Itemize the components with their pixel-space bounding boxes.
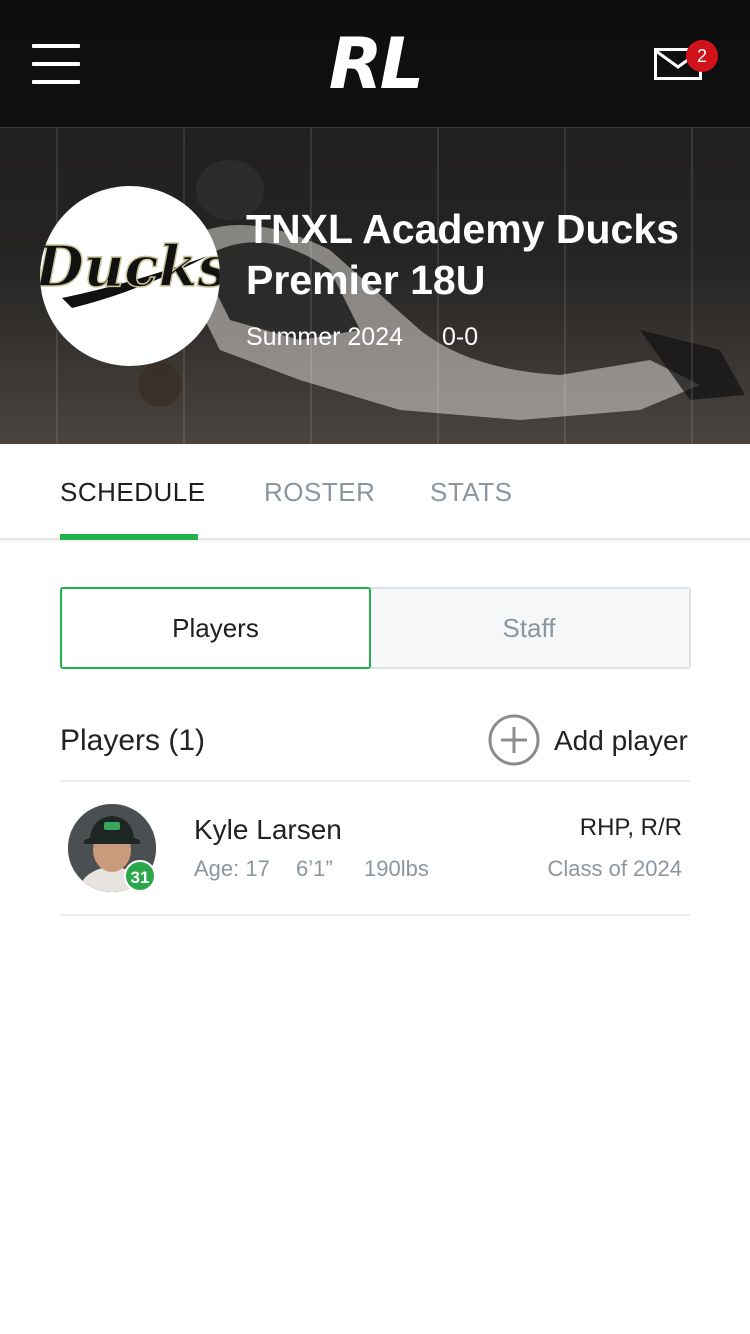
- svg-text:Ducks: Ducks: [40, 234, 220, 300]
- team-hero: RL 2 Ducks TNXL Academy Ducks Premier 18…: [0, 0, 750, 444]
- player-name: Kyle Larsen: [194, 814, 342, 845]
- segment-players-button[interactable]: Players: [60, 587, 371, 669]
- player-age: Age: 17: [194, 856, 270, 881]
- segment-staff-button[interactable]: Staff: [369, 587, 691, 669]
- team-season: Summer 2024: [246, 323, 404, 351]
- active-tab-indicator: [60, 534, 198, 540]
- players-count-heading: Players (1): [60, 724, 206, 757]
- tab-bar: SCHEDULE ROSTER STATS: [0, 444, 750, 540]
- add-player-label: Add player: [554, 725, 688, 756]
- tab-schedule[interactable]: SCHEDULE: [60, 474, 206, 510]
- players-staff-toggle: Players Staff: [60, 587, 691, 669]
- add-player-button[interactable]: Add player: [488, 714, 688, 768]
- tab-stats[interactable]: STATS: [430, 474, 512, 510]
- team-record: 0-0: [442, 323, 479, 351]
- notification-badge: 2: [686, 40, 718, 72]
- player-height: 6’1”: [296, 856, 333, 881]
- app-logo: RL: [328, 23, 425, 105]
- top-bar: RL 2: [0, 0, 750, 128]
- divider: [60, 914, 690, 916]
- jersey-number-badge: 31: [124, 860, 156, 892]
- player-row[interactable]: 31 Kyle Larsen Age: 17 6’1” 190lbs RHP, …: [60, 782, 690, 914]
- player-weight: 190lbs: [364, 856, 429, 881]
- player-class-year: Class of 2024: [547, 856, 682, 881]
- team-logo: Ducks: [40, 186, 220, 366]
- tab-roster[interactable]: ROSTER: [264, 474, 375, 510]
- plus-circle-icon: [488, 714, 540, 766]
- player-position: RHP, R/R: [579, 814, 682, 841]
- hamburger-icon[interactable]: [32, 44, 80, 84]
- team-name: TNXL Academy Ducks Premier 18U: [246, 206, 679, 303]
